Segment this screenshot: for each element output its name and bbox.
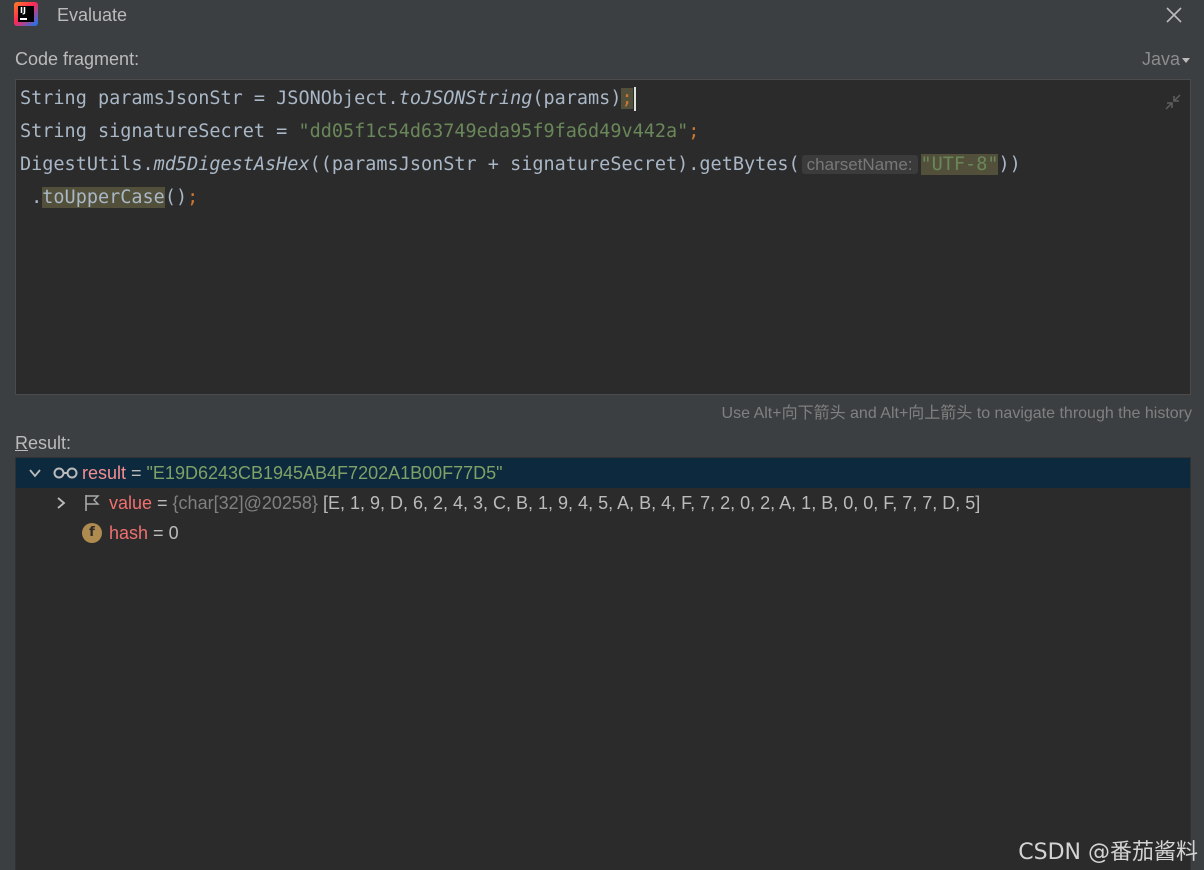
tree-row-hash[interactable]: f hash = 0 — [16, 518, 1190, 548]
text-cursor — [633, 87, 636, 111]
code-line-3: DigestUtils.md5DigestAsHex((paramsJsonSt… — [20, 154, 1021, 175]
code-line-1: String paramsJsonStr = JSONObject.toJSON… — [20, 82, 636, 115]
parameter-hint: charsetName: — [801, 155, 918, 174]
language-selector[interactable]: Java — [1142, 49, 1191, 70]
intellij-logo-icon: IJ — [14, 2, 38, 26]
chevron-down-icon[interactable] — [28, 466, 42, 480]
window-title: Evaluate — [57, 5, 128, 25]
code-line-2: String signatureSecret = "dd05f1c54d6374… — [20, 121, 700, 142]
close-button[interactable] — [1162, 3, 1186, 27]
title-bar: IJ Evaluate — [0, 0, 1204, 30]
tree-row-result[interactable]: result = "E19D6243CB1945AB4F7202A1B00F77… — [16, 458, 1190, 488]
variable-value: 0 — [168, 523, 179, 543]
code-editor[interactable]: String paramsJsonStr = JSONObject.toJSON… — [15, 79, 1191, 395]
result-label: Result: — [15, 433, 72, 453]
history-hint: Use Alt+向下箭头 and Alt+向上箭头 to navigate th… — [721, 405, 1192, 422]
tree-row-value[interactable]: value = {char[32]@20258} [E, 1, 9, D, 6,… — [16, 488, 1190, 518]
result-tree[interactable]: result = "E19D6243CB1945AB4F7202A1B00F77… — [15, 457, 1191, 870]
variable-name: value — [109, 493, 153, 513]
variable-value: [E, 1, 9, D, 6, 2, 4, 3, C, B, 1, 9, 4, … — [322, 493, 981, 513]
language-label: Java — [1142, 49, 1181, 69]
field-icon: f — [82, 523, 102, 543]
chevron-down-icon — [1182, 57, 1191, 63]
variable-type: {char[32]@20258} — [172, 493, 323, 513]
collapse-icon[interactable] — [1163, 92, 1183, 112]
code-fragment-label: Code fragment: — [15, 49, 140, 69]
variable-value: "E19D6243CB1945AB4F7202A1B00F77D5" — [146, 463, 503, 483]
watermark: CSDN @番茄酱料 — [1018, 840, 1198, 865]
flag-icon — [85, 495, 100, 511]
chevron-right-icon[interactable] — [54, 496, 68, 510]
variable-name: result — [82, 463, 127, 483]
variable-name: hash — [109, 523, 149, 543]
close-icon — [1166, 7, 1182, 23]
code-line-4: .toUpperCase(); — [20, 187, 199, 208]
watch-glasses-icon — [53, 467, 78, 479]
